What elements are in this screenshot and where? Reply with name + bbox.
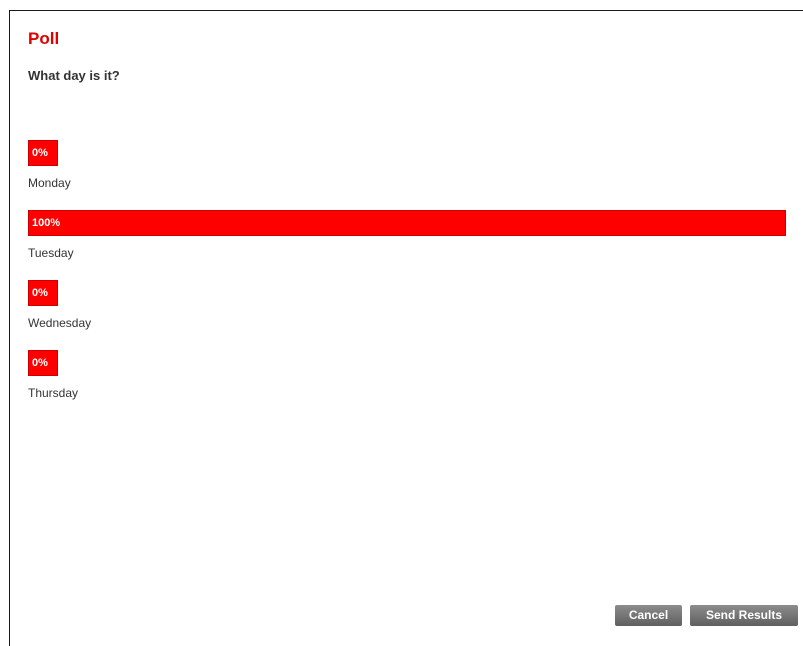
action-buttons: Cancel Send Results (615, 605, 798, 626)
send-results-button[interactable]: Send Results (690, 605, 798, 626)
cancel-button[interactable]: Cancel (615, 605, 682, 626)
result-bar: 0% (28, 280, 58, 306)
result-percent: 0% (32, 147, 48, 159)
poll-option-tuesday: 100% Tuesday (28, 210, 786, 280)
result-bar: 0% (28, 140, 58, 166)
result-percent: 100% (32, 217, 61, 229)
poll-option-monday: 0% Monday (28, 140, 786, 210)
result-bar: 0% (28, 350, 58, 376)
poll-option-wednesday: 0% Wednesday (28, 280, 786, 350)
option-label: Wednesday (28, 316, 92, 330)
result-bar: 100% (28, 210, 786, 236)
result-percent: 0% (32, 287, 48, 299)
option-label: Tuesday (28, 246, 74, 260)
poll-results: 0% Monday 100% Tuesday 0% Wednesday 0% T… (28, 140, 786, 420)
poll-option-thursday: 0% Thursday (28, 350, 786, 420)
result-bar-track: 100% (28, 210, 786, 236)
option-label: Thursday (28, 386, 79, 400)
result-bar-track: 0% (28, 350, 786, 376)
result-bar-track: 0% (28, 280, 786, 306)
poll-title: Poll (28, 29, 60, 48)
poll-question: What day is it? (28, 68, 120, 83)
result-bar-track: 0% (28, 140, 786, 166)
option-label: Monday (28, 176, 71, 190)
result-percent: 0% (32, 357, 48, 369)
